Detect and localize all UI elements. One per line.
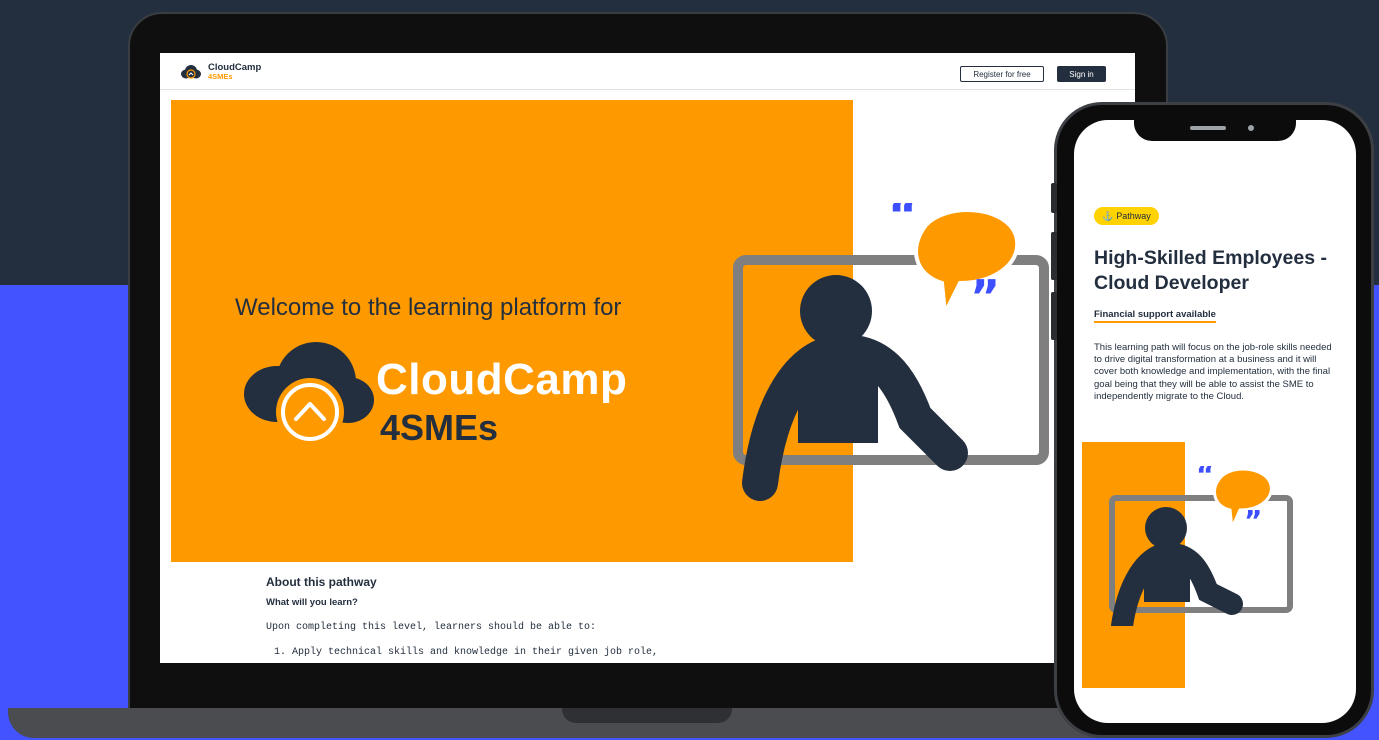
header-logo[interactable]: CloudCamp 4SMEs	[180, 63, 261, 81]
about-section: About this pathway What will you learn? …	[266, 575, 658, 658]
financial-support-link[interactable]: Financial support available	[1094, 309, 1216, 323]
pathway-badge: ⚓ Pathway	[1094, 207, 1159, 225]
cloud-logo-icon	[244, 342, 374, 446]
register-button[interactable]: Register for free	[960, 66, 1044, 82]
route-icon: ⚓	[1102, 210, 1114, 221]
phone-side-button	[1051, 232, 1057, 280]
phone-side-button	[1051, 292, 1057, 340]
header-logo-sub: 4SMEs	[208, 72, 233, 81]
pathway-badge-label: Pathway	[1116, 211, 1151, 221]
svg-text:“: “	[888, 203, 918, 242]
video-call-illustration: “ ”	[1109, 466, 1293, 626]
svg-text:”: ”	[1244, 504, 1262, 537]
hero-brand-sub: 4SMEs	[380, 407, 499, 448]
phone-screen: ⚓ Pathway High-Skilled Employees - Cloud…	[1074, 120, 1356, 723]
hero-brand-name: CloudCamp	[376, 355, 628, 404]
about-intro: Upon completing this level, learners sho…	[266, 622, 597, 633]
pathway-title: High-Skilled Employees - Cloud Developer	[1094, 247, 1327, 294]
laptop-notch	[562, 708, 732, 723]
about-subtitle: What will you learn?	[266, 597, 358, 608]
video-call-illustration: “ ”	[733, 203, 1049, 501]
cloud-logo-icon	[181, 65, 201, 79]
svg-text:”: ”	[970, 270, 1000, 324]
top-nav-bar: CloudCamp 4SMEs Register for free Sign i…	[160, 53, 1135, 90]
pathway-description: This learning path will focus on the job…	[1094, 342, 1332, 402]
header-logo-name: CloudCamp	[208, 62, 262, 73]
svg-text:“: “	[1196, 466, 1214, 491]
laptop-screen: CloudCamp 4SMEs Register for free Sign i…	[160, 53, 1135, 663]
about-title: About this pathway	[266, 575, 377, 589]
list-item: 1. Apply technical skills and knowledge …	[274, 647, 659, 658]
speaker-icon	[1190, 126, 1226, 130]
phone-side-button	[1051, 183, 1057, 213]
hero-welcome-text: Welcome to the learning platform for	[235, 294, 622, 321]
phone-notch	[1134, 115, 1296, 141]
camera-icon	[1248, 125, 1254, 131]
sign-in-button[interactable]: Sign in	[1057, 66, 1106, 82]
